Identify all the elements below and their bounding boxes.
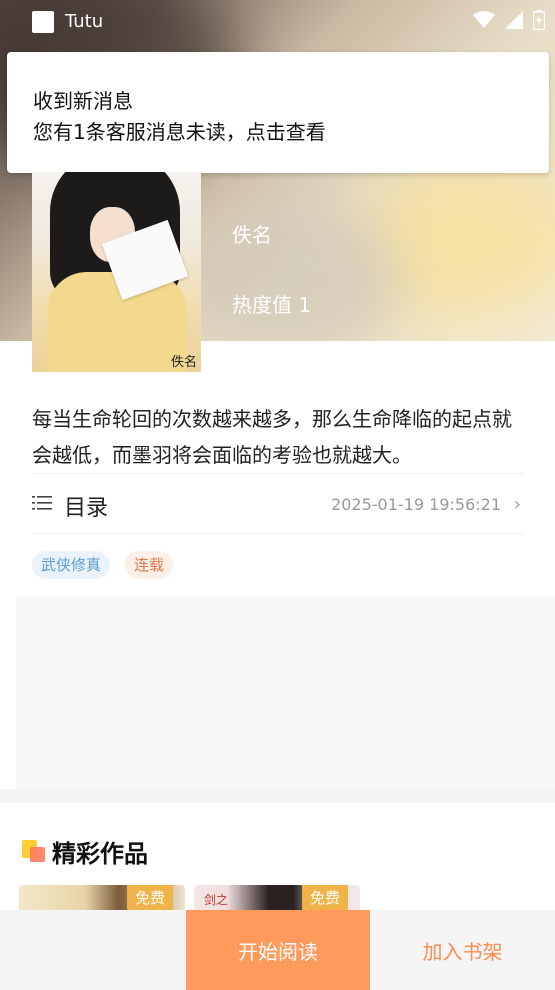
content-placeholder-panel	[16, 596, 555, 789]
start-reading-button[interactable]: 开始阅读	[186, 910, 370, 990]
notification-body: 您有1条客服消息未读，点击查看	[33, 120, 326, 144]
status-bar: Tutu	[0, 0, 555, 44]
book-synopsis: 每当生命轮回的次数越来越多，那么生命降临的起点就会越低，而墨羽将会面临的考验也就…	[32, 407, 512, 467]
section-separator	[0, 789, 555, 803]
free-badge: 免费	[302, 885, 348, 911]
book-cover: 佚名	[32, 172, 201, 372]
status-icons	[473, 10, 545, 30]
section-title-icon	[22, 839, 46, 864]
tag-list: 武侠修真 连载	[32, 551, 174, 579]
section-header: 精彩作品	[22, 834, 148, 869]
free-badge: 免费	[127, 885, 173, 911]
toc-label: 目录	[64, 496, 109, 521]
bottom-action-bar: 开始阅读 加入书架	[0, 910, 555, 990]
status-app-name: Tutu	[65, 11, 104, 32]
divider	[32, 533, 523, 534]
notification-card[interactable]: 收到新消息 您有1条客服消息未读，点击查看	[7, 52, 549, 173]
tag-genre[interactable]: 武侠修真	[32, 551, 111, 579]
divider	[32, 473, 523, 474]
card-cover-text: 剑之	[204, 893, 229, 907]
tag-status[interactable]: 连载	[125, 551, 174, 579]
toc-row[interactable]: 目录 2025-01-19 19:56:21 ›	[32, 478, 523, 532]
book-author: 佚名	[232, 223, 272, 247]
signal-icon	[505, 11, 523, 29]
cover-mark: 佚名	[170, 355, 197, 370]
battery-icon	[533, 10, 545, 30]
list-icon	[32, 496, 52, 510]
chevron-right-icon: ›	[513, 494, 521, 515]
section-title: 精彩作品	[52, 840, 148, 868]
toc-updated-time: 2025-01-19 19:56:21	[331, 495, 501, 514]
add-to-shelf-button[interactable]: 加入书架	[370, 910, 555, 990]
wifi-icon	[473, 11, 495, 28]
notification-title: 收到新消息	[33, 89, 133, 113]
book-hot-value: 热度值 1	[232, 293, 312, 317]
app-icon	[32, 11, 54, 33]
